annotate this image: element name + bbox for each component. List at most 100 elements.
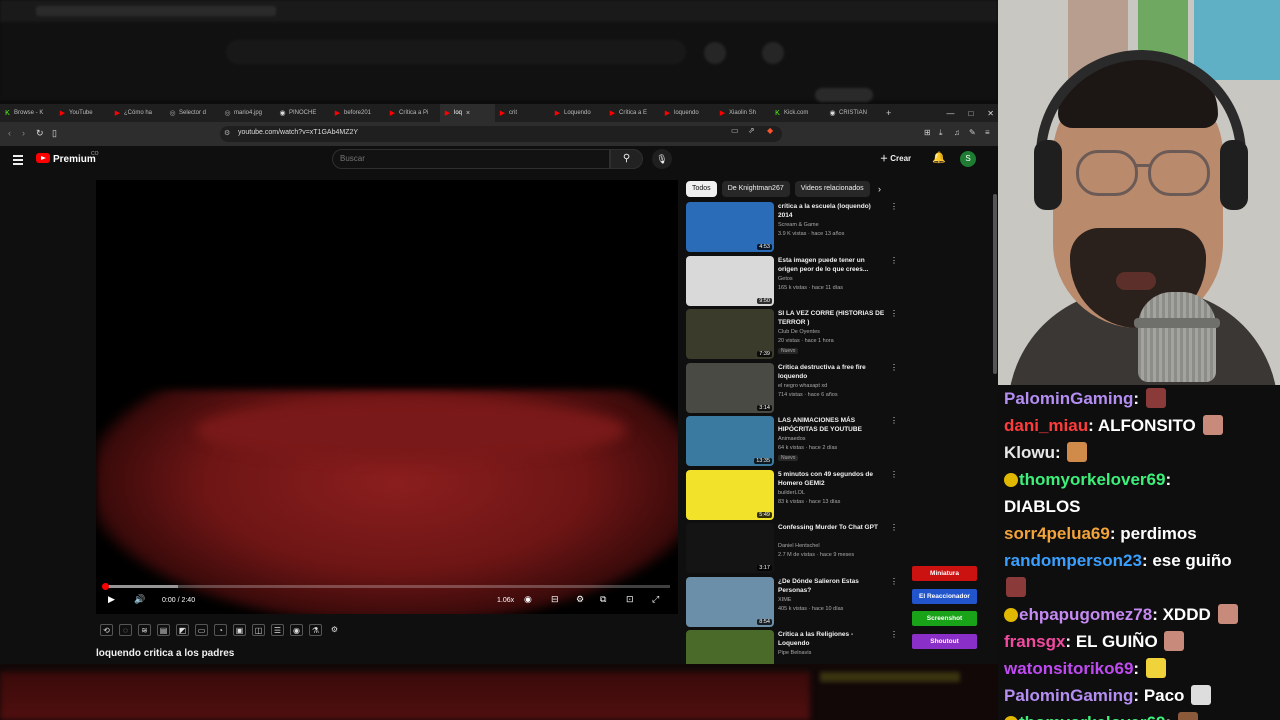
stream-button-screenshot[interactable]: Screenshot <box>912 611 977 626</box>
search-box[interactable] <box>332 149 610 169</box>
chat-username[interactable]: fransgx <box>1004 632 1065 651</box>
recommendation-item[interactable]: 9:50 Esta imagen puede tener un origen pe… <box>686 255 898 308</box>
chat-username[interactable]: watonsitoriko69 <box>1004 659 1133 678</box>
screen-icon[interactable]: ▣ <box>233 624 246 636</box>
settings-gear-icon[interactable]: ⚙ <box>576 594 584 605</box>
more-options-icon[interactable]: ⋮ <box>890 470 898 479</box>
progress-scrubber[interactable] <box>102 583 109 590</box>
search-button[interactable]: ⚲ <box>610 149 643 169</box>
scrollbar-thumb[interactable] <box>993 194 997 374</box>
recommendation-title[interactable]: Esta imagen puede tener un origen peor d… <box>778 256 886 274</box>
close-tab-icon[interactable]: × <box>466 110 470 117</box>
browser-tab[interactable]: ◎ Selector d <box>165 104 220 122</box>
chat-username[interactable]: PalominGaming <box>1004 389 1133 408</box>
filter-chip[interactable]: De Knightman267 <box>721 181 790 197</box>
chat-username[interactable]: sorr4pelua69 <box>1004 524 1110 543</box>
audio-icon[interactable]: ◌ <box>119 624 132 636</box>
video-thumbnail[interactable]: 9:50 <box>686 255 774 306</box>
recommendation-item[interactable]: 5:49 5 minutos con 49 segundos de Homero … <box>686 469 898 522</box>
browser-tab[interactable]: K Kick.com <box>770 104 825 122</box>
brave-shield-icon[interactable]: ◆ <box>767 126 773 135</box>
channel-name[interactable]: Animaedos <box>778 436 806 442</box>
channel-name[interactable]: Pipe Belnavis <box>778 650 811 656</box>
create-button[interactable]: ＋ Crear <box>880 153 911 164</box>
channel-name[interactable]: builderLOL <box>778 490 805 496</box>
recommendation-title[interactable]: Confessing Murder To Chat GPT <box>778 523 886 532</box>
chat-username[interactable]: thomyorkelover69 <box>1019 470 1165 489</box>
video-thumbnail[interactable]: 3:14 <box>686 362 774 413</box>
stream-button-shoutout[interactable]: Shoutout <box>912 633 977 649</box>
channel-name[interactable]: XIME <box>778 597 791 603</box>
chat-username[interactable]: ehpapugomez78 <box>1019 605 1152 624</box>
browser-tab[interactable]: ▶ crit <box>495 104 550 122</box>
playback-speed[interactable]: 1.06x <box>497 597 514 604</box>
avatar[interactable]: S <box>960 151 976 167</box>
more-options-icon[interactable]: ⋮ <box>890 577 898 586</box>
sidebar-toggle-icon[interactable]: ▯ <box>52 128 57 139</box>
browser-tab[interactable]: ◉ CRISTIAN <box>825 104 880 122</box>
reload-icon[interactable]: ↻ <box>36 128 44 139</box>
youtube-logo-icon[interactable] <box>36 153 50 163</box>
channel-name[interactable]: el negro whasapt xd <box>778 383 827 389</box>
browser-tab[interactable]: ▶ Crítica a Pi <box>385 104 440 122</box>
browser-tab[interactable]: ▶ Xiaolin Sh <box>715 104 770 122</box>
media-icon[interactable]: ♫ <box>954 128 960 137</box>
camera-icon[interactable]: ◉ <box>290 624 303 636</box>
more-options-icon[interactable]: ⋮ <box>890 416 898 425</box>
more-options-icon[interactable]: ⋮ <box>890 202 898 211</box>
new-tab-icon[interactable]: + <box>886 108 891 118</box>
volume-icon[interactable]: 🔊 <box>134 594 145 605</box>
browser-tab[interactable]: ▶ Crítica a E <box>605 104 660 122</box>
flask-icon[interactable]: ⚗ <box>309 624 322 636</box>
recommendation-item[interactable]: 3:14 Critica destructiva a free fire loqu… <box>686 362 898 415</box>
recommendation-title[interactable]: SI LA VEZ CORRE (HISTORIAS DE TERROR ) <box>778 309 886 327</box>
recommendation-title[interactable]: Critica destructiva a free fire loquendo <box>778 363 886 381</box>
filter-chip[interactable]: Videos relacionados <box>794 181 870 197</box>
youtube-brand-label[interactable]: Premium <box>53 154 96 165</box>
voice-search-button[interactable]: 🎙 <box>652 149 672 169</box>
recommendation-item[interactable]: 3:17 Confessing Murder To Chat GPT Daniel … <box>686 523 898 575</box>
extension-icon[interactable]: ⊞ <box>924 128 931 137</box>
miniplayer-icon[interactable]: ⧉ <box>600 594 606 605</box>
browser-tab[interactable]: ▶ YouTube <box>55 104 110 122</box>
more-options-icon[interactable]: ⋮ <box>890 363 898 372</box>
site-info-icon[interactable]: ⚙ <box>224 129 230 137</box>
browser-tab[interactable]: ◎ mario4.jpg <box>220 104 275 122</box>
browser-tab[interactable]: ◉ PINOCHE <box>275 104 330 122</box>
channel-name[interactable]: Daniel Hentschel <box>778 543 820 549</box>
hamburger-menu-icon[interactable] <box>13 155 23 167</box>
chat-username[interactable]: PalominGaming <box>1004 686 1133 705</box>
autoplay-toggle-icon[interactable]: ◉ <box>524 594 532 605</box>
settings-gear-icon[interactable]: ⚙ <box>328 624 341 636</box>
recommendation-title[interactable]: LAS ANIMACIONES MÁS HIPÓCRITAS DE YOUTUB… <box>778 416 886 434</box>
progress-bar[interactable] <box>102 583 670 590</box>
address-bar[interactable]: ⚙ youtube.com/watch?v=xT1GAb4MZ2Y <box>220 126 782 142</box>
stack-icon[interactable]: ☰ <box>271 624 284 636</box>
recommendation-title[interactable]: ¿De Dónde Salieron Estas Personas? <box>778 577 886 595</box>
video-thumbnail[interactable]: 13:35 <box>686 416 774 466</box>
channel-name[interactable]: Getos <box>778 276 793 282</box>
stream-button-miniatura[interactable]: Miniatura <box>912 566 977 581</box>
recommendation-item[interactable]: 4:53 crítica a la escuela (loquendo) 2014… <box>686 202 898 254</box>
chevron-right-icon[interactable]: › <box>878 184 881 194</box>
loop-icon[interactable]: ⟲ <box>100 624 113 636</box>
browser-tab[interactable]: ▶ before201 <box>330 104 385 122</box>
browser-tab[interactable]: ▶ Loquendo <box>550 104 605 122</box>
download-icon[interactable]: ⤓ <box>939 128 943 138</box>
share-icon[interactable]: ⇗ <box>748 126 755 135</box>
play-icon[interactable]: ▶ <box>108 594 115 605</box>
recommendation-title[interactable]: Critica a las Religiones - Loquendo <box>778 630 886 648</box>
filter-chip[interactable]: Todos <box>686 181 717 197</box>
menu-icon[interactable]: ≡ <box>985 128 990 137</box>
cast-icon[interactable]: ⊡ <box>626 594 634 605</box>
browser-tab[interactable]: ▶ ¿Cómo ha <box>110 104 165 122</box>
more-options-icon[interactable]: ⋮ <box>890 630 898 639</box>
chat-username[interactable]: thomyorkelover69 <box>1019 713 1165 720</box>
stream-button-el-reaccionador[interactable]: El Reaccionador <box>912 588 977 604</box>
pip-icon[interactable]: ▭ <box>195 624 208 636</box>
browser-tab[interactable]: ▶ loquendo <box>660 104 715 122</box>
video-thumbnail[interactable]: 4:53 <box>686 202 774 252</box>
back-icon[interactable]: ‹ <box>8 128 11 138</box>
fullscreen-icon[interactable]: ⤢ <box>652 594 659 605</box>
address-url[interactable]: youtube.com/watch?v=xT1GAb4MZ2Y <box>238 129 358 136</box>
